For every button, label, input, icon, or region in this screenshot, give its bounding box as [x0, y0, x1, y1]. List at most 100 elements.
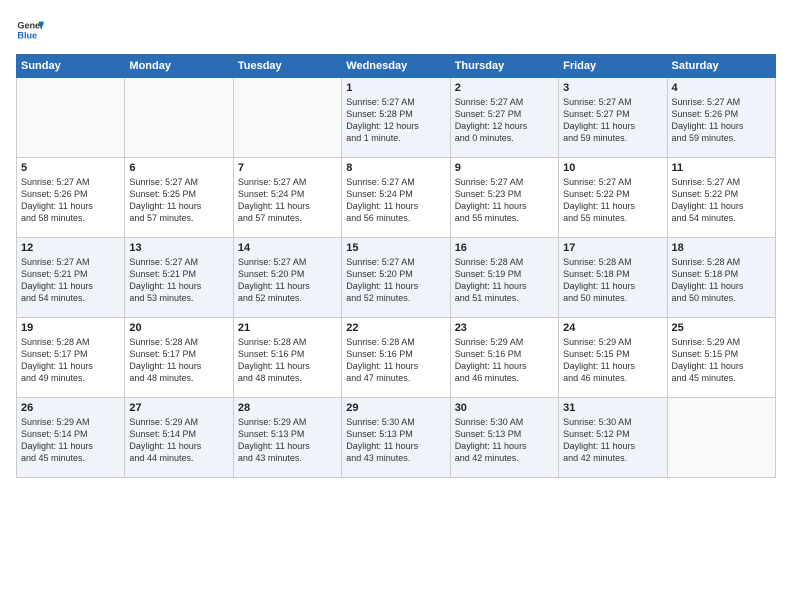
- day-number: 20: [129, 322, 228, 334]
- day-number: 8: [346, 162, 445, 174]
- calendar-cell: 6 Sunrise: 5:27 AM Sunset: 5:25 PM Daylig…: [125, 158, 233, 238]
- calendar-cell: 25 Sunrise: 5:29 AM Sunset: 5:15 PM Dayli…: [667, 318, 775, 398]
- day-info: Sunrise: 5:30 AM Sunset: 5:13 PM Dayligh…: [455, 416, 554, 465]
- day-info: Sunrise: 5:27 AM Sunset: 5:28 PM Dayligh…: [346, 96, 445, 145]
- day-number: 7: [238, 162, 337, 174]
- day-number: 12: [21, 242, 120, 254]
- calendar-cell: 1 Sunrise: 5:27 AM Sunset: 5:28 PM Daylig…: [342, 78, 450, 158]
- day-info: Sunrise: 5:28 AM Sunset: 5:18 PM Dayligh…: [672, 256, 771, 305]
- calendar-cell: 13 Sunrise: 5:27 AM Sunset: 5:21 PM Dayli…: [125, 238, 233, 318]
- day-info: Sunrise: 5:27 AM Sunset: 5:24 PM Dayligh…: [346, 176, 445, 225]
- day-number: 3: [563, 82, 662, 94]
- day-info: Sunrise: 5:28 AM Sunset: 5:19 PM Dayligh…: [455, 256, 554, 305]
- calendar-cell: [233, 78, 341, 158]
- day-number: 29: [346, 402, 445, 414]
- calendar-cell: 26 Sunrise: 5:29 AM Sunset: 5:14 PM Dayli…: [17, 398, 125, 478]
- calendar-cell: [125, 78, 233, 158]
- day-number: 30: [455, 402, 554, 414]
- day-info: Sunrise: 5:30 AM Sunset: 5:12 PM Dayligh…: [563, 416, 662, 465]
- calendar-cell: 7 Sunrise: 5:27 AM Sunset: 5:24 PM Daylig…: [233, 158, 341, 238]
- day-info: Sunrise: 5:27 AM Sunset: 5:20 PM Dayligh…: [238, 256, 337, 305]
- calendar-cell: 21 Sunrise: 5:28 AM Sunset: 5:16 PM Dayli…: [233, 318, 341, 398]
- day-header-sunday: Sunday: [17, 55, 125, 78]
- day-info: Sunrise: 5:29 AM Sunset: 5:14 PM Dayligh…: [129, 416, 228, 465]
- day-info: Sunrise: 5:29 AM Sunset: 5:14 PM Dayligh…: [21, 416, 120, 465]
- day-number: 26: [21, 402, 120, 414]
- calendar-header-row: SundayMondayTuesdayWednesdayThursdayFrid…: [17, 55, 776, 78]
- calendar-cell: 3 Sunrise: 5:27 AM Sunset: 5:27 PM Daylig…: [559, 78, 667, 158]
- day-number: 28: [238, 402, 337, 414]
- calendar-cell: 15 Sunrise: 5:27 AM Sunset: 5:20 PM Dayli…: [342, 238, 450, 318]
- calendar-week-row: 19 Sunrise: 5:28 AM Sunset: 5:17 PM Dayli…: [17, 318, 776, 398]
- day-header-tuesday: Tuesday: [233, 55, 341, 78]
- day-info: Sunrise: 5:27 AM Sunset: 5:21 PM Dayligh…: [21, 256, 120, 305]
- day-number: 24: [563, 322, 662, 334]
- calendar-cell: 20 Sunrise: 5:28 AM Sunset: 5:17 PM Dayli…: [125, 318, 233, 398]
- calendar-week-row: 1 Sunrise: 5:27 AM Sunset: 5:28 PM Daylig…: [17, 78, 776, 158]
- day-info: Sunrise: 5:27 AM Sunset: 5:23 PM Dayligh…: [455, 176, 554, 225]
- calendar-cell: [667, 398, 775, 478]
- page-header: General Blue: [16, 16, 776, 44]
- calendar-week-row: 5 Sunrise: 5:27 AM Sunset: 5:26 PM Daylig…: [17, 158, 776, 238]
- day-number: 21: [238, 322, 337, 334]
- calendar-cell: 27 Sunrise: 5:29 AM Sunset: 5:14 PM Dayli…: [125, 398, 233, 478]
- svg-text:Blue: Blue: [17, 30, 37, 40]
- day-number: 4: [672, 82, 771, 94]
- calendar-cell: 10Sunrise: 5:27 AM Sunset: 5:22 PM Dayli…: [559, 158, 667, 238]
- day-info: Sunrise: 5:27 AM Sunset: 5:26 PM Dayligh…: [672, 96, 771, 145]
- day-info: Sunrise: 5:27 AM Sunset: 5:26 PM Dayligh…: [21, 176, 120, 225]
- day-info: Sunrise: 5:29 AM Sunset: 5:13 PM Dayligh…: [238, 416, 337, 465]
- calendar-cell: 30 Sunrise: 5:30 AM Sunset: 5:13 PM Dayli…: [450, 398, 558, 478]
- day-header-monday: Monday: [125, 55, 233, 78]
- day-number: 11: [672, 162, 771, 174]
- day-info: Sunrise: 5:30 AM Sunset: 5:13 PM Dayligh…: [346, 416, 445, 465]
- day-info: Sunrise: 5:28 AM Sunset: 5:16 PM Dayligh…: [238, 336, 337, 385]
- day-number: 25: [672, 322, 771, 334]
- calendar-cell: 5 Sunrise: 5:27 AM Sunset: 5:26 PM Daylig…: [17, 158, 125, 238]
- day-number: 23: [455, 322, 554, 334]
- day-header-saturday: Saturday: [667, 55, 775, 78]
- day-number: 6: [129, 162, 228, 174]
- calendar-cell: 12 Sunrise: 5:27 AM Sunset: 5:21 PM Dayli…: [17, 238, 125, 318]
- calendar-cell: 9Sunrise: 5:27 AM Sunset: 5:23 PM Daylig…: [450, 158, 558, 238]
- day-info: Sunrise: 5:27 AM Sunset: 5:22 PM Dayligh…: [563, 176, 662, 225]
- day-info: Sunrise: 5:28 AM Sunset: 5:17 PM Dayligh…: [21, 336, 120, 385]
- calendar-week-row: 12 Sunrise: 5:27 AM Sunset: 5:21 PM Dayli…: [17, 238, 776, 318]
- calendar-cell: 14 Sunrise: 5:27 AM Sunset: 5:20 PM Dayli…: [233, 238, 341, 318]
- day-number: 2: [455, 82, 554, 94]
- calendar-cell: 8 Sunrise: 5:27 AM Sunset: 5:24 PM Daylig…: [342, 158, 450, 238]
- calendar-cell: 16 Sunrise: 5:28 AM Sunset: 5:19 PM Dayli…: [450, 238, 558, 318]
- logo: General Blue: [16, 16, 44, 44]
- day-info: Sunrise: 5:29 AM Sunset: 5:15 PM Dayligh…: [672, 336, 771, 385]
- calendar-cell: 23 Sunrise: 5:29 AM Sunset: 5:16 PM Dayli…: [450, 318, 558, 398]
- day-number: 19: [21, 322, 120, 334]
- day-info: Sunrise: 5:27 AM Sunset: 5:22 PM Dayligh…: [672, 176, 771, 225]
- day-info: Sunrise: 5:27 AM Sunset: 5:24 PM Dayligh…: [238, 176, 337, 225]
- calendar-cell: 19 Sunrise: 5:28 AM Sunset: 5:17 PM Dayli…: [17, 318, 125, 398]
- calendar-cell: 29 Sunrise: 5:30 AM Sunset: 5:13 PM Dayli…: [342, 398, 450, 478]
- day-number: 14: [238, 242, 337, 254]
- day-number: 31: [563, 402, 662, 414]
- day-number: 22: [346, 322, 445, 334]
- day-number: 5: [21, 162, 120, 174]
- day-number: 27: [129, 402, 228, 414]
- day-info: Sunrise: 5:29 AM Sunset: 5:16 PM Dayligh…: [455, 336, 554, 385]
- day-info: Sunrise: 5:27 AM Sunset: 5:21 PM Dayligh…: [129, 256, 228, 305]
- day-header-wednesday: Wednesday: [342, 55, 450, 78]
- day-info: Sunrise: 5:27 AM Sunset: 5:27 PM Dayligh…: [455, 96, 554, 145]
- calendar-cell: 11 Sunrise: 5:27 AM Sunset: 5:22 PM Dayli…: [667, 158, 775, 238]
- calendar-cell: 2 Sunrise: 5:27 AM Sunset: 5:27 PM Daylig…: [450, 78, 558, 158]
- day-info: Sunrise: 5:27 AM Sunset: 5:20 PM Dayligh…: [346, 256, 445, 305]
- day-number: 15: [346, 242, 445, 254]
- day-info: Sunrise: 5:27 AM Sunset: 5:25 PM Dayligh…: [129, 176, 228, 225]
- calendar-cell: 24Sunrise: 5:29 AM Sunset: 5:15 PM Dayli…: [559, 318, 667, 398]
- day-info: Sunrise: 5:27 AM Sunset: 5:27 PM Dayligh…: [563, 96, 662, 145]
- calendar-cell: 4 Sunrise: 5:27 AM Sunset: 5:26 PM Daylig…: [667, 78, 775, 158]
- day-number: 16: [455, 242, 554, 254]
- day-info: Sunrise: 5:28 AM Sunset: 5:17 PM Dayligh…: [129, 336, 228, 385]
- logo-icon: General Blue: [16, 16, 44, 44]
- day-number: 13: [129, 242, 228, 254]
- calendar-cell: 22Sunrise: 5:28 AM Sunset: 5:16 PM Dayli…: [342, 318, 450, 398]
- calendar-cell: 28 Sunrise: 5:29 AM Sunset: 5:13 PM Dayli…: [233, 398, 341, 478]
- day-number: 1: [346, 82, 445, 94]
